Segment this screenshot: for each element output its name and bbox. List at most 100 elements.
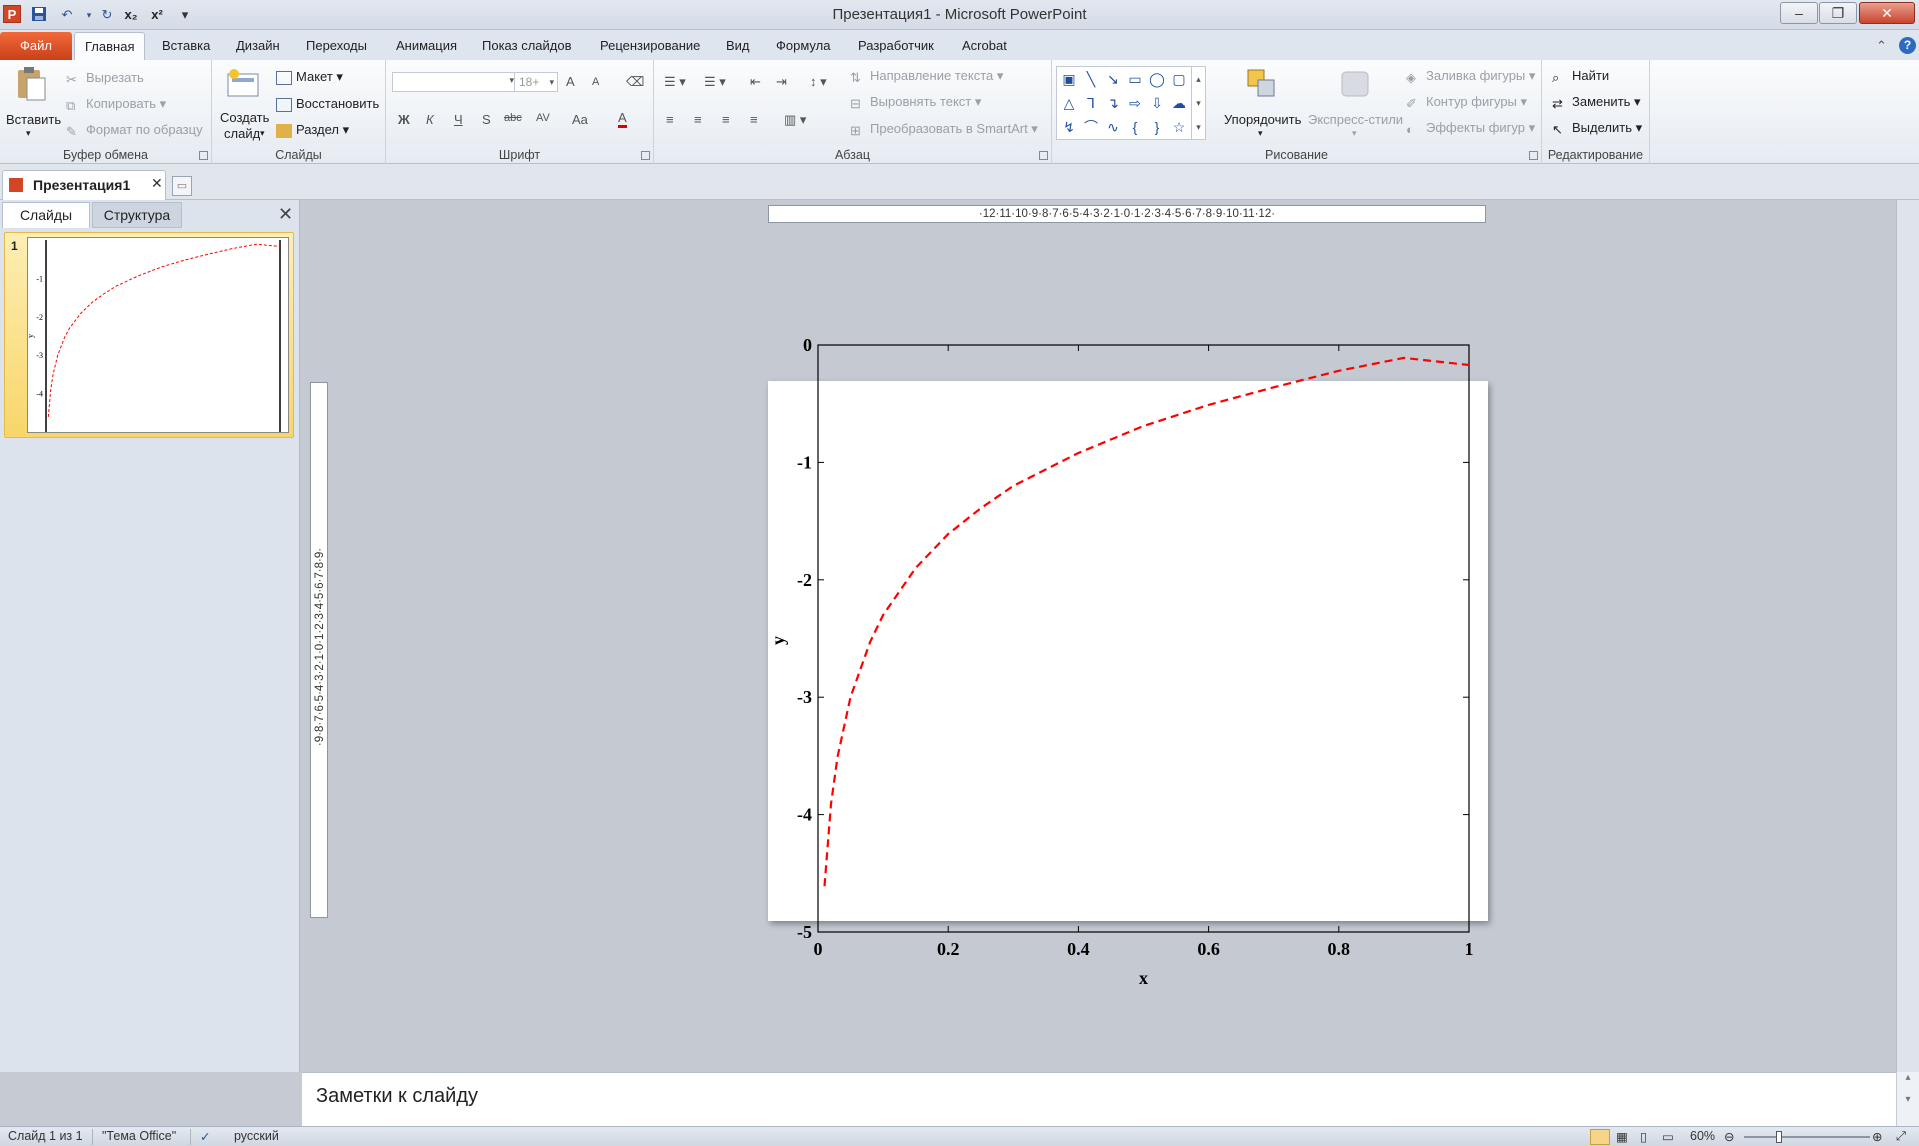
increase-indent-icon[interactable]: ⇥: [776, 74, 787, 90]
triangle-shape-icon[interactable]: △: [1059, 93, 1079, 113]
curve-shape-icon[interactable]: ∿: [1103, 117, 1123, 137]
new-slide-icon[interactable]: [226, 68, 260, 102]
tab-slides[interactable]: Слайды: [2, 202, 90, 228]
find-button[interactable]: ⌕ Найти: [1552, 68, 1609, 85]
section-button[interactable]: Раздел ▾: [276, 122, 349, 138]
normal-view-icon[interactable]: [1590, 1129, 1610, 1145]
bold-button[interactable]: Ж: [398, 112, 410, 127]
slide-thumbnail-selected[interactable]: 1 -1 -2 -3 -4 y: [4, 232, 294, 438]
reading-view-icon[interactable]: ▯: [1640, 1129, 1647, 1144]
align-right-icon[interactable]: ≡: [722, 112, 730, 127]
tab-view[interactable]: Вид: [716, 32, 760, 60]
shapes-scroll[interactable]: ▴ ▾ ▾: [1191, 67, 1205, 139]
select-button[interactable]: ↖ Выделить ▾: [1552, 120, 1642, 137]
notes-pane[interactable]: Заметки к слайду: [302, 1072, 1896, 1126]
language-indicator[interactable]: русский: [234, 1129, 279, 1143]
down-arrow-shape-icon[interactable]: ⇩: [1147, 93, 1167, 113]
tab-outline[interactable]: Структура: [92, 202, 182, 228]
slide-thumbnail[interactable]: -1 -2 -3 -4 y: [26, 237, 289, 433]
textbox-shape-icon[interactable]: ▣: [1059, 69, 1079, 89]
columns-icon[interactable]: ▥ ▾: [784, 112, 806, 128]
italic-button[interactable]: К: [426, 112, 434, 127]
tab-formula[interactable]: Формула: [766, 32, 840, 60]
clipboard-launcher-icon[interactable]: [199, 151, 208, 160]
elbow-arrow-icon[interactable]: ↴: [1103, 93, 1123, 113]
grow-font-button[interactable]: A: [566, 74, 575, 89]
char-spacing-button[interactable]: AV: [536, 112, 550, 124]
reset-button[interactable]: Восстановить: [276, 96, 379, 112]
tab-file[interactable]: Файл: [0, 32, 72, 60]
right-arrow-shape-icon[interactable]: ⇨: [1125, 93, 1145, 113]
rounded-rect-shape-icon[interactable]: ▢: [1169, 69, 1189, 89]
tab-acrobat[interactable]: Acrobat: [952, 32, 1017, 60]
font-color-button[interactable]: A: [618, 110, 627, 128]
zoom-in-icon[interactable]: ⊕: [1872, 1129, 1882, 1144]
oval-shape-icon[interactable]: ◯: [1147, 69, 1167, 89]
new-slide-button-line2[interactable]: слайд: [224, 126, 260, 141]
tab-design[interactable]: Дизайн: [226, 32, 290, 60]
underline-button[interactable]: Ч: [454, 112, 463, 127]
line-spacing-icon[interactable]: ↕ ▾: [810, 74, 827, 90]
arc-shape-icon[interactable]: ⌒: [1081, 117, 1101, 137]
minimize-ribbon-icon[interactable]: ⌃: [1876, 38, 1887, 54]
paste-dropdown-icon[interactable]: ▾: [26, 128, 31, 139]
align-left-icon[interactable]: ≡: [666, 112, 674, 127]
right-brace-shape-icon[interactable]: }: [1147, 117, 1167, 137]
tab-review[interactable]: Рецензирование: [590, 32, 710, 60]
font-size-select[interactable]: 18+ ▾: [514, 72, 558, 92]
new-slide-dropdown-icon[interactable]: ▾: [260, 128, 265, 139]
line-shape-icon[interactable]: ╲: [1081, 69, 1101, 89]
close-window-button[interactable]: ✕: [1859, 2, 1915, 24]
replace-button[interactable]: ⇄ Заменить ▾: [1552, 94, 1641, 111]
vertical-scrollbar[interactable]: [1896, 200, 1919, 1072]
shapes-gallery[interactable]: ▣ ╲ ↘ ▭ ◯ ▢ △ ⅂ ↴ ⇨ ⇩ ☁ ↯ ⌒ ∿ { } ☆ ▴ ▾ ▾: [1056, 66, 1206, 140]
strikethrough-button[interactable]: abc: [504, 112, 522, 124]
clear-format-icon[interactable]: ⌫: [626, 74, 644, 90]
shrink-font-button[interactable]: A: [592, 76, 599, 88]
document-tab[interactable]: Презентация1 ✕: [2, 170, 166, 200]
bullets-icon[interactable]: ☰ ▾: [664, 74, 686, 90]
fit-slide-icon[interactable]: ⤢: [1896, 1129, 1906, 1144]
font-name-select[interactable]: ▾: [392, 72, 518, 92]
decrease-indent-icon[interactable]: ⇤: [750, 74, 761, 90]
lightning-shape-icon[interactable]: ↯: [1059, 117, 1079, 137]
arrow-line-shape-icon[interactable]: ↘: [1103, 69, 1123, 89]
tab-home[interactable]: Главная: [74, 32, 146, 60]
slide-sorter-icon[interactable]: ▦: [1616, 1129, 1628, 1144]
paragraph-launcher-icon[interactable]: [1039, 151, 1048, 160]
arrange-button[interactable]: Упорядочить: [1224, 112, 1301, 127]
rectangle-shape-icon[interactable]: ▭: [1125, 69, 1145, 89]
tab-transitions[interactable]: Переходы: [296, 32, 377, 60]
arrange-dropdown-icon[interactable]: ▾: [1258, 128, 1263, 139]
elbow-connector-icon[interactable]: ⅂: [1081, 93, 1101, 113]
tab-animations[interactable]: Анимация: [386, 32, 467, 60]
numbering-icon[interactable]: ☰ ▾: [704, 74, 726, 90]
freeform-shape-icon[interactable]: ☁: [1169, 93, 1189, 113]
tab-slideshow[interactable]: Показ слайдов: [472, 32, 582, 60]
drawing-launcher-icon[interactable]: [1529, 151, 1538, 160]
paste-icon[interactable]: [14, 66, 48, 101]
minimize-button[interactable]: –: [1780, 2, 1818, 24]
notes-scrollbar[interactable]: ▴ ▾: [1896, 1072, 1919, 1126]
new-document-icon[interactable]: ▭: [172, 176, 192, 196]
theme-name[interactable]: "Тема Office": [102, 1129, 176, 1143]
new-slide-button[interactable]: Создать: [220, 110, 269, 125]
restore-button[interactable]: ❐: [1819, 2, 1857, 24]
shadow-button[interactable]: S: [482, 112, 491, 127]
paste-button[interactable]: Вставить: [6, 112, 61, 127]
layout-button[interactable]: Макет ▾: [276, 69, 343, 85]
slideshow-icon[interactable]: ▭: [1662, 1129, 1674, 1144]
zoom-out-icon[interactable]: ⊖: [1724, 1129, 1734, 1144]
close-document-tab-icon[interactable]: ✕: [151, 175, 163, 192]
help-icon[interactable]: ?: [1899, 37, 1916, 54]
align-center-icon[interactable]: ≡: [694, 112, 702, 127]
zoom-slider[interactable]: [1744, 1136, 1870, 1138]
spellcheck-icon[interactable]: ✓: [200, 1129, 210, 1144]
font-launcher-icon[interactable]: [641, 151, 650, 160]
zoom-slider-thumb[interactable]: [1776, 1131, 1782, 1143]
left-brace-shape-icon[interactable]: {: [1125, 117, 1145, 137]
star-shape-icon[interactable]: ☆: [1169, 117, 1189, 137]
tab-insert[interactable]: Вставка: [152, 32, 220, 60]
zoom-level[interactable]: 60%: [1690, 1129, 1715, 1143]
slide-canvas[interactable]: [768, 381, 1488, 921]
